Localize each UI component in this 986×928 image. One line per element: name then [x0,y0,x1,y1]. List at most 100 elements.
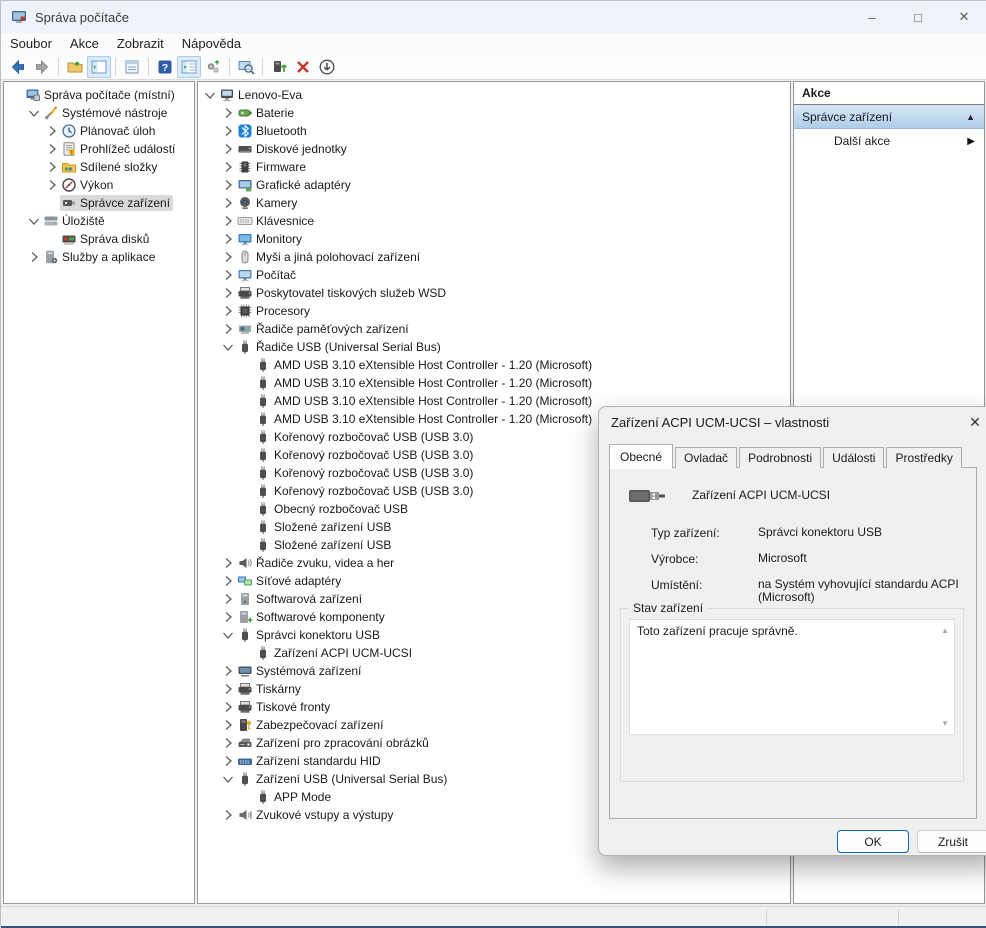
collapse-arrow-icon[interactable]: ▲ [966,112,975,122]
toolbar-separator [262,58,263,76]
chevron-right-icon[interactable] [44,123,60,139]
minimize-icon[interactable]: – [849,1,895,33]
show-tree-pane-icon[interactable] [87,56,111,78]
tree-item-uloziste[interactable]: Úložiště [4,212,194,230]
up-folder-icon[interactable] [63,56,87,78]
tab-obecne[interactable]: Obecné [609,444,673,469]
chevron-right-icon[interactable] [220,267,236,283]
chevron-right-icon[interactable] [220,177,236,193]
tree-item-baterie[interactable]: Baterie [198,104,790,122]
tree-item-sdilene-slozky[interactable]: Sdílené složky [4,158,194,176]
chevron-right-icon[interactable] [26,249,42,265]
ok-button[interactable]: OK [837,830,909,853]
uninstall-device-icon[interactable] [291,56,315,78]
tree-item-radice-usb-universal-serial-bus[interactable]: Řadiče USB (Universal Serial Bus) [198,338,790,356]
scroll-down-icon[interactable]: ▼ [941,719,949,728]
tree-item-amd-usb-3-10-extensible-host-controller-1-20-microsoft[interactable]: AMD USB 3.10 eXtensible Host Controller … [198,356,790,374]
chevron-right-icon[interactable] [220,303,236,319]
chevron-right-icon[interactable] [44,141,60,157]
tree-item-systemove-nastroje[interactable]: Systémové nástroje [4,104,194,122]
chevron-right-icon[interactable] [220,213,236,229]
scan-hardware-icon[interactable] [234,56,258,78]
chevron-right-icon[interactable] [220,231,236,247]
chevron-right-icon[interactable] [220,681,236,697]
tree-item-prohlizec-udalosti[interactable]: Prohlížeč událostí [4,140,194,158]
tree-item-firmware[interactable]: Firmware [198,158,790,176]
chevron-right-icon[interactable] [220,141,236,157]
tree-item-kamery[interactable]: Kamery [198,194,790,212]
chevron-down-icon[interactable] [220,339,236,355]
show-action-pane-icon[interactable] [177,56,201,78]
chevron-right-icon[interactable] [220,195,236,211]
export-gears-icon[interactable] [201,56,225,78]
chevron-right-icon[interactable] [220,321,236,337]
dialog-close-icon[interactable]: ✕ [967,414,983,430]
chevron-right-icon[interactable] [220,249,236,265]
usb-icon [254,375,271,391]
help-icon[interactable]: ? [153,56,177,78]
forward-arrow-icon[interactable] [30,56,54,78]
tree-item-klavesnice[interactable]: Klávesnice [198,212,790,230]
chevron-right-icon[interactable] [220,663,236,679]
tree-item-monitory[interactable]: Monitory [198,230,790,248]
tree-item-radice-pametovych-zarizeni[interactable]: Řadiče paměťových zařízení [198,320,790,338]
tree-item-pocitac[interactable]: Počítač [198,266,790,284]
close-icon[interactable]: ✕ [941,1,986,33]
tree-item-bluetooth[interactable]: Bluetooth [198,122,790,140]
tree-item-sluzby-a-aplikace[interactable]: Služby a aplikace [4,248,194,266]
tree-item-procesory[interactable]: Procesory [198,302,790,320]
chevron-right-icon[interactable] [220,123,236,139]
tree-item-lenovo-eva[interactable]: Lenovo-Eva [198,86,790,104]
tree-item-mysi-a-jina-polohovaci-zarizeni[interactable]: Myši a jiná polohovací zařízení [198,248,790,266]
field-label: Typ zařízení: [651,526,751,540]
tree-item-sprava-pocitace-mistni[interactable]: Správa počítače (místní) [4,86,194,104]
cancel-button[interactable]: Zrušit [917,830,986,853]
actions-item-more-actions[interactable]: Další akce ▶ [794,129,984,153]
menu-napoveda[interactable]: Nápověda [173,34,250,53]
chevron-right-icon[interactable] [220,591,236,607]
chevron-right-icon[interactable] [220,573,236,589]
chevron-down-icon[interactable] [26,213,42,229]
back-arrow-icon[interactable] [6,56,30,78]
chevron-down-icon[interactable] [220,627,236,643]
chevron-right-icon[interactable] [220,807,236,823]
tab-podrobnosti[interactable]: Podrobnosti [739,447,821,468]
scroll-up-icon[interactable]: ▲ [941,626,949,635]
menu-soubor[interactable]: Soubor [1,34,61,53]
chevron-right-icon[interactable] [220,717,236,733]
chevron-right-icon[interactable] [220,555,236,571]
chevron-right-icon[interactable] [220,159,236,175]
tree-item-poskytovatel-tiskovych-sluzeb-wsd[interactable]: Poskytovatel tiskových služeb WSD [198,284,790,302]
tree-item-spravce-zarizeni[interactable]: Správce zařízení [4,194,194,212]
maximize-icon[interactable]: □ [895,1,941,33]
disable-device-icon[interactable] [315,56,339,78]
tree-item-diskove-jednotky[interactable]: Diskové jednotky [198,140,790,158]
chevron-down-icon[interactable] [202,87,218,103]
chevron-right-icon[interactable] [44,159,60,175]
chevron-right-icon[interactable] [220,609,236,625]
tab-prostredky[interactable]: Prostředky [886,447,961,468]
menu-zobrazit[interactable]: Zobrazit [108,34,173,53]
chevron-spacer [238,789,254,805]
update-driver-icon[interactable] [267,56,291,78]
properties-window-icon[interactable] [120,56,144,78]
tree-item-sprava-disku[interactable]: Správa disků [4,230,194,248]
chevron-right-icon[interactable] [44,177,60,193]
chevron-down-icon[interactable] [26,105,42,121]
chevron-right-icon[interactable] [220,285,236,301]
chevron-right-icon[interactable] [220,105,236,121]
menu-akce[interactable]: Akce [61,34,108,53]
tree-item-vykon[interactable]: Výkon [4,176,194,194]
chevron-right-icon[interactable] [220,735,236,751]
tab-udalosti[interactable]: Události [823,447,884,468]
device-status-text-area[interactable]: Toto zařízení pracuje správně. ▲ ▼ [629,619,955,735]
tab-ovladac[interactable]: Ovladač [675,447,737,468]
chevron-down-icon[interactable] [220,771,236,787]
chevron-right-icon[interactable] [220,699,236,715]
actions-group-device-manager[interactable]: Správce zařízení ▲ [794,105,984,129]
tree-item-planovac-uloh[interactable]: Plánovač úloh [4,122,194,140]
chevron-spacer [238,519,254,535]
chevron-right-icon[interactable] [220,753,236,769]
tree-item-graficke-adaptery[interactable]: Grafické adaptéry [198,176,790,194]
tree-item-amd-usb-3-10-extensible-host-controller-1-20-microsoft[interactable]: AMD USB 3.10 eXtensible Host Controller … [198,374,790,392]
